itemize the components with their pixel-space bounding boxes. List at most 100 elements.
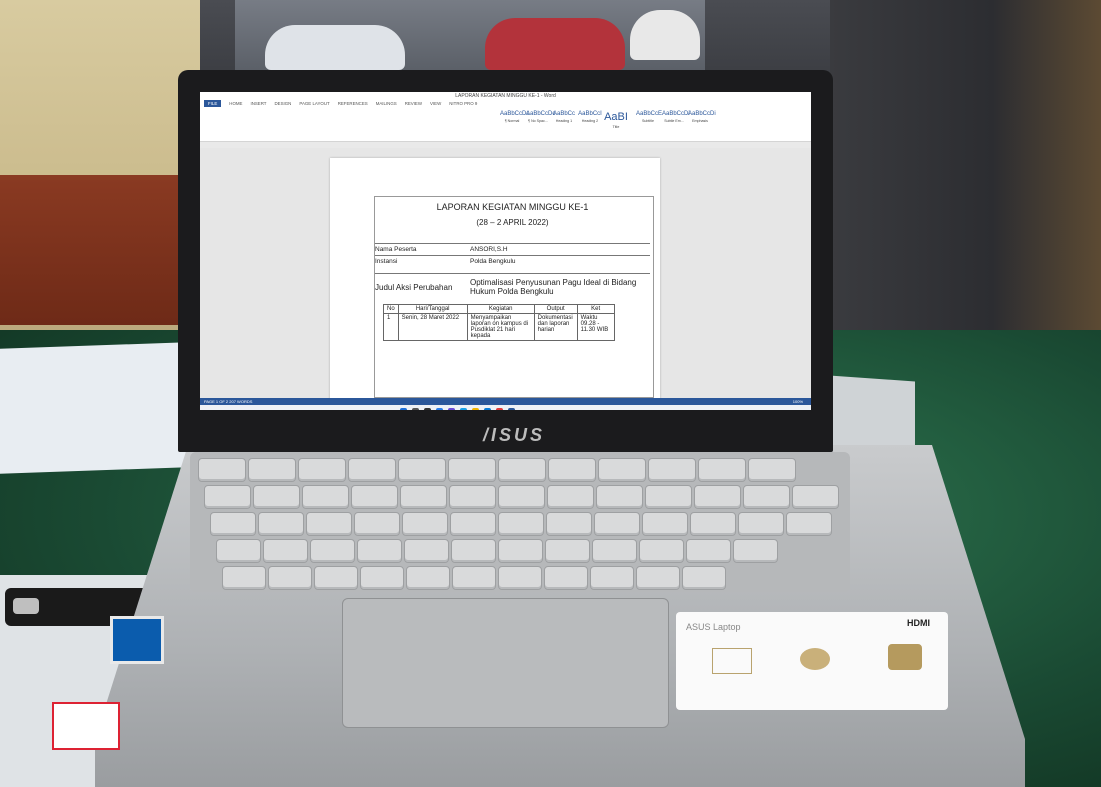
- laptop-lid: LAPORAN KEGIATAN MINGGU KE-1 - Word FILE…: [178, 70, 833, 452]
- field-label: Nama Peserta: [375, 246, 417, 253]
- keyboard-key: [204, 485, 251, 509]
- word-title-bar: LAPORAN KEGIATAN MINGGU KE-1 - Word: [200, 92, 811, 100]
- table-cell: Waktu 09.28 - 11.30 WIB: [576, 313, 615, 341]
- keyboard-key: [351, 485, 398, 509]
- tab-insert[interactable]: INSERT: [250, 100, 266, 107]
- keyboard-key: [216, 539, 261, 563]
- keyboard-key: [302, 485, 349, 509]
- keyboard-key: [786, 512, 832, 536]
- tab-nitro[interactable]: NITRO PRO 9: [449, 100, 477, 107]
- table-cell: Menyampaikan laporan on kampus di Pusdik…: [466, 313, 535, 341]
- keyboard-key: [248, 458, 296, 482]
- keyboard-key: [268, 566, 312, 590]
- style-normal[interactable]: AaBbCcDc ¶ Normal: [500, 111, 529, 131]
- keyboard-key: [398, 458, 446, 482]
- keyboard: [190, 452, 850, 592]
- tab-home[interactable]: HOME: [229, 100, 242, 107]
- red-bench: [0, 175, 200, 325]
- keyboard-key: [645, 485, 692, 509]
- keyboard-key: [450, 512, 496, 536]
- style-title[interactable]: AaBI Title: [604, 111, 628, 131]
- aksi-label: Judul Aksi Perubahan: [375, 282, 453, 292]
- style-subtitle[interactable]: AaBbCcE Subtitle: [636, 111, 662, 131]
- status-text: PAGE 1 OF 2 207 WORDS: [204, 399, 253, 404]
- style-no-spacing[interactable]: AaBbCcDc ¶ No Spac...: [526, 111, 555, 131]
- keyboard-key: [222, 566, 266, 590]
- table-cell: Senin, 28 Maret 2022: [397, 313, 468, 341]
- energy-sticker: [52, 702, 120, 750]
- keyboard-key: [594, 512, 640, 536]
- tab-view[interactable]: VIEW: [430, 100, 441, 107]
- keyboard-key: [596, 485, 643, 509]
- keyboard-key: [354, 512, 400, 536]
- keyboard-key: [546, 512, 592, 536]
- asus-feature-sticker: ASUS Laptop HDMI: [676, 612, 948, 710]
- style-heading-2[interactable]: AaBbCcI Heading 2: [578, 111, 602, 131]
- white-car: [630, 10, 700, 60]
- table-row: 1 Senin, 28 Maret 2022 Menyampaikan lapo…: [383, 313, 615, 341]
- keyboard-key: [310, 539, 355, 563]
- chat-icon[interactable]: [448, 408, 455, 410]
- file-explorer-icon[interactable]: [472, 408, 479, 410]
- keyboard-key: [498, 539, 543, 563]
- feature-icon: [888, 644, 922, 670]
- app-icon[interactable]: [496, 408, 503, 410]
- keyboard-key: [698, 458, 746, 482]
- tab-design[interactable]: DESIGN: [275, 100, 292, 107]
- hdmi-badge: HDMI: [907, 618, 930, 628]
- tab-mailings[interactable]: MAILINGS: [376, 100, 397, 107]
- keyboard-key: [400, 485, 447, 509]
- keyboard-key: [738, 512, 784, 536]
- document-page[interactable]: LAPORAN KEGIATAN MINGGU KE-1 (28 – 2 APR…: [330, 158, 660, 408]
- feature-icon: [712, 648, 752, 674]
- red-car: [485, 18, 625, 70]
- tab-references[interactable]: REFERENCES: [338, 100, 368, 107]
- feature-icon: [800, 648, 830, 670]
- table-header: Kegiatan: [466, 304, 535, 314]
- keyboard-key: [733, 539, 778, 563]
- zoom-level[interactable]: 100%: [793, 398, 803, 405]
- keyboard-key: [360, 566, 404, 590]
- keyboard-key: [592, 539, 637, 563]
- photo-scene: ASUS Laptop HDMI LAPORAN KEGIATAN MINGGU…: [0, 0, 1101, 787]
- keyboard-key: [253, 485, 300, 509]
- style-subtle-emphasis[interactable]: AaBbCcDi Subtle Em...: [662, 111, 690, 131]
- touchpad: [342, 598, 669, 728]
- tab-review[interactable]: REVIEW: [405, 100, 422, 107]
- keyboard-key: [357, 539, 402, 563]
- keyboard-key: [448, 458, 496, 482]
- widgets-icon[interactable]: [436, 408, 443, 410]
- keyboard-key: [452, 566, 496, 590]
- style-emphasis[interactable]: AaBbCcDi Emphasis: [688, 111, 716, 131]
- start-icon[interactable]: [400, 408, 407, 410]
- keyboard-key: [402, 512, 448, 536]
- task-view-icon[interactable]: [424, 408, 431, 410]
- keyboard-key: [498, 566, 542, 590]
- keyboard-key: [682, 566, 726, 590]
- aksi-row: Judul Aksi Perubahan Optimalisasi Penyus…: [375, 273, 650, 296]
- word-icon[interactable]: [508, 408, 515, 410]
- edge-icon[interactable]: [460, 408, 467, 410]
- store-icon[interactable]: [484, 408, 491, 410]
- keyboard-key: [690, 512, 736, 536]
- table-header: Output: [533, 304, 578, 314]
- field-label: Instansi: [375, 258, 398, 265]
- field-value: ANSORI,S.H: [470, 246, 508, 253]
- keyboard-key: [544, 566, 588, 590]
- keyboard-key: [642, 512, 688, 536]
- white-car: [265, 25, 405, 70]
- intel-sticker: [110, 616, 164, 664]
- tab-page-layout[interactable]: PAGE LAYOUT: [299, 100, 329, 107]
- keyboard-key: [545, 539, 590, 563]
- keyboard-key: [743, 485, 790, 509]
- activity-table: No Hari/Tanggal Kegiatan Output Ket 1 Se…: [383, 304, 615, 341]
- asus-logo: /ISUS: [483, 425, 546, 445]
- document-date-range: (28 – 2 APRIL 2022): [476, 218, 549, 227]
- keyboard-key: [648, 458, 696, 482]
- sticker-title: ASUS Laptop: [686, 622, 741, 632]
- tab-file[interactable]: FILE: [204, 100, 222, 107]
- style-heading-1[interactable]: AaBbCc Heading 1: [552, 111, 576, 131]
- document-content: LAPORAN KEGIATAN MINGGU KE-1 (28 – 2 APR…: [375, 198, 650, 341]
- keyboard-key: [406, 566, 450, 590]
- search-icon[interactable]: [412, 408, 419, 410]
